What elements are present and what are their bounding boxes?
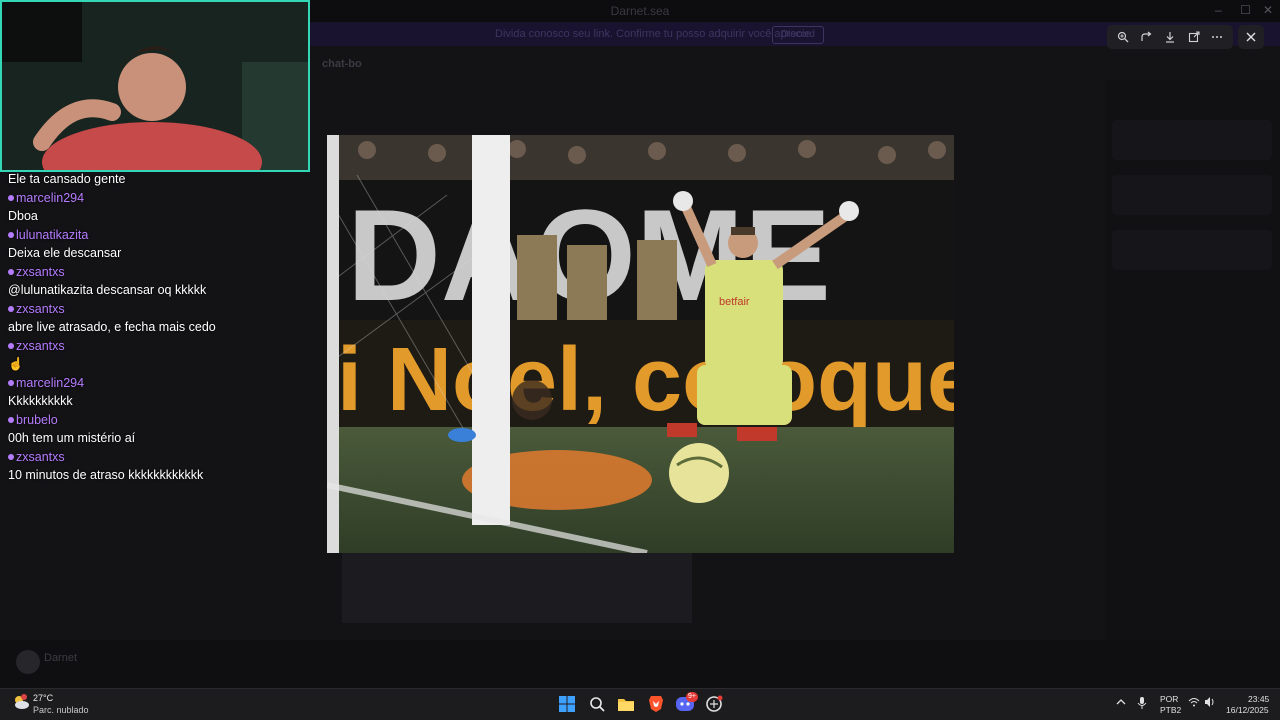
chat-message-text: Deixa ele descansar [8,246,122,260]
user-badge-icon [8,195,14,202]
chat-username-text: lulunatikazita [16,227,89,242]
chat-message: abre live atrasado, e fecha mais cedo [8,318,308,337]
stream-chat-overlay: Ele ta cansado gente marcelin294 Dboa lulun… [8,170,308,485]
viewed-photo[interactable]: DAOME i Noel, coloque betfair [327,135,954,553]
keyboard-layout-indicator[interactable]: PTB2 [1160,705,1181,715]
user-badge-icon [8,306,14,313]
chat-message-text: ☝ [8,357,24,371]
streamer-webcam [0,0,310,172]
chat-username-text: zxsantxs [16,449,65,464]
background-avatar [16,650,40,674]
chat-username[interactable]: zxsantxs [8,300,308,319]
background-user-name: Darnet [44,652,78,664]
language-indicator[interactable]: POR [1160,694,1178,704]
image-viewer-toolbar [1107,25,1233,49]
user-badge-icon [8,417,14,424]
app-icon[interactable] [703,693,725,715]
window-close-icon[interactable]: ✕ [1263,3,1273,17]
photo-led-board-text: i Noel, coloque [337,330,954,430]
chat-message-text: 10 minutos de atraso kkkkkkkkkkkk [8,468,204,482]
user-badge-icon [8,269,14,276]
rotate-icon[interactable] [1136,27,1156,47]
file-explorer-icon[interactable] [615,693,637,715]
chat-username-text: zxsantxs [16,264,65,279]
chat-username[interactable]: brubelo [8,411,308,430]
chat-message: Kkkkkkkkkk [8,392,308,411]
chat-message: @lulunatikazita descansar oq kkkkk [8,281,308,300]
chat-username[interactable]: zxsantxs [8,337,308,356]
viewer-close-button[interactable] [1238,25,1264,49]
tray-overflow-chevron-icon[interactable] [1116,697,1126,710]
chat-username-text: marcelin294 [16,190,85,205]
chat-username[interactable]: marcelin294 [8,374,308,393]
chat-message: Ele ta cansado gente [8,170,308,189]
discord-notification-badge: 9+ [686,692,698,702]
background-banner-button[interactable]: Discord [772,26,824,44]
user-badge-icon [8,454,14,461]
chat-username[interactable]: lulunatikazita [8,226,308,245]
chat-username-text: zxsantxs [16,338,65,353]
chat-message-text: Dboa [8,209,38,223]
close-icon [1246,32,1256,42]
chat-message: Dboa [8,207,308,226]
weather-temperature[interactable]: 27°C [33,693,53,703]
download-icon[interactable] [1160,27,1180,47]
chat-message-text: 00h tem um mistério aí [8,431,136,445]
user-badge-icon [8,343,14,350]
background-banner-text: Divida conosco seu link. Confirme tu pos… [495,28,814,40]
chat-message: 10 minutos de atraso kkkkkkkkkkkk [8,466,308,485]
brave-browser-icon[interactable] [645,693,667,715]
minimize-icon[interactable]: – [1215,3,1222,17]
open-external-icon[interactable] [1184,27,1204,47]
background-panel-card [1112,175,1272,215]
maximize-icon[interactable]: ☐ [1240,3,1251,17]
windows-taskbar [0,688,1280,720]
chat-username[interactable]: zxsantxs [8,448,308,467]
user-badge-icon [8,380,14,387]
background-bottom-bar [0,640,1280,688]
more-icon[interactable] [1207,27,1227,47]
chat-message: ☝ [8,355,308,374]
user-badge-icon [8,232,14,239]
chat-message-text: Kkkkkkkkkk [8,394,73,408]
background-panel-card [1112,120,1272,160]
chat-username[interactable]: marcelin294 [8,189,308,208]
zoom-in-icon[interactable] [1113,27,1133,47]
background-panel-card [1112,230,1272,270]
chat-message: 00h tem um mistério aí [8,429,308,448]
background-video-card [342,553,692,623]
search-icon[interactable] [586,693,608,715]
start-icon[interactable] [556,693,578,715]
chat-message: Deixa ele descansar [8,244,308,263]
chat-username[interactable]: zxsantxs [8,263,308,282]
chat-message-text: @lulunatikazita descansar oq kkkkk [8,283,207,297]
volume-icon[interactable] [1204,697,1216,710]
microphone-icon[interactable] [1137,697,1147,712]
chat-message-text: Ele ta cansado gente [8,172,126,186]
weather-description[interactable]: Parc. nublado [33,705,89,715]
wifi-icon[interactable] [1188,697,1200,710]
clock-date[interactable]: 16/12/2025 [1226,705,1269,715]
chat-message-text: abre live atrasado, e fecha mais cedo [8,320,216,334]
photo-sponsor-text: betfair [719,296,750,308]
chat-username-text: marcelin294 [16,375,85,390]
background-right-panel [1105,80,1280,680]
clock-time[interactable]: 23:45 [1248,694,1269,704]
weather-icon[interactable] [12,693,30,711]
chat-username-text: brubelo [16,412,58,427]
chat-username-text: zxsantxs [16,301,65,316]
background-channel-name: chat-bo [322,58,362,70]
